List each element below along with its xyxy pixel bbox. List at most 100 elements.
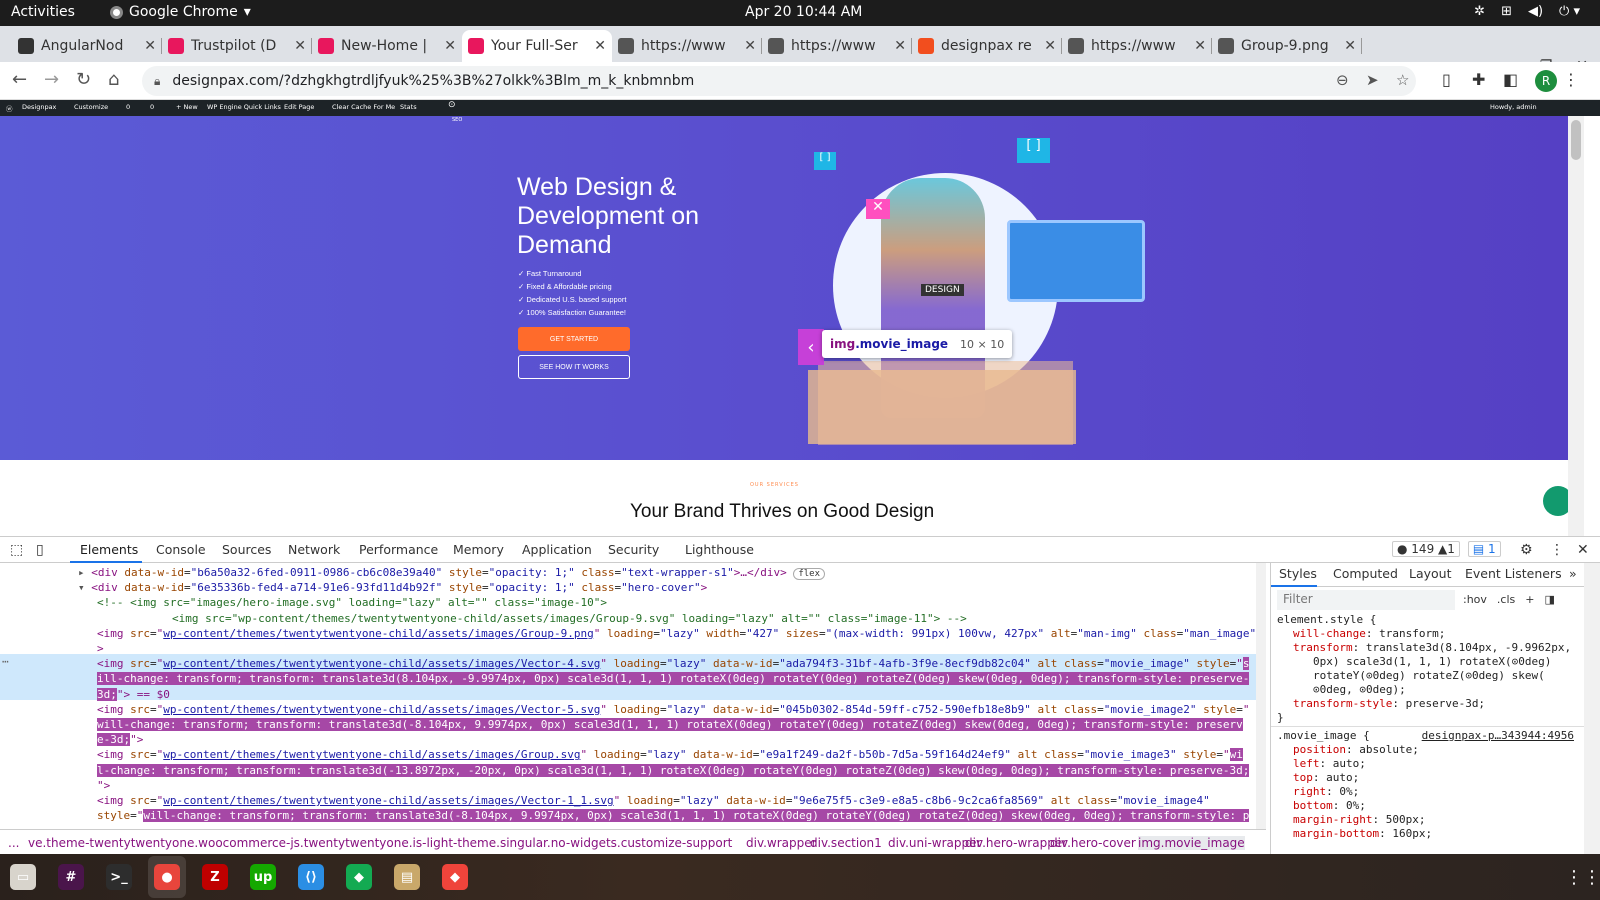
- see-how-it-works-button[interactable]: SEE HOW IT WORKS: [518, 355, 630, 379]
- mongodb-dock-icon[interactable]: ◆: [346, 864, 372, 890]
- chrome-dock-icon[interactable]: ●: [154, 864, 180, 890]
- style-declaration[interactable]: 0px) scale3d(1, 1, 1) rotateX(⊙0deg): [1313, 655, 1551, 669]
- browser-tab[interactable]: https://www ✕: [1062, 30, 1212, 62]
- wp-engine-links[interactable]: WP Engine Quick Links: [207, 103, 281, 111]
- filezilla-dock-icon[interactable]: Z: [202, 864, 228, 890]
- get-started-button[interactable]: GET STARTED: [518, 327, 630, 351]
- tab-security[interactable]: Security: [608, 542, 659, 557]
- tab-styles[interactable]: Styles: [1279, 567, 1317, 581]
- tab-close-icon[interactable]: ✕: [894, 38, 906, 54]
- tab-event-listeners[interactable]: Event Listeners: [1465, 567, 1562, 581]
- tab-layout[interactable]: Layout: [1409, 567, 1452, 581]
- dom-node-line[interactable]: style="will-change: transform; transform…: [97, 808, 1250, 823]
- chat-bubble-icon[interactable]: [1543, 486, 1568, 516]
- upwork-dock-icon[interactable]: up: [250, 864, 276, 890]
- dom-node-line[interactable]: ▾ <div data-w-id="6e35336b-fed4-a714-91e…: [78, 580, 707, 595]
- show-applications-icon[interactable]: ⋮⋮⋮: [1565, 867, 1600, 888]
- forward-icon[interactable]: →: [44, 69, 59, 90]
- clock[interactable]: Apr 20 10:44 AM: [745, 4, 862, 20]
- style-declaration[interactable]: top: auto;: [1293, 771, 1359, 785]
- breadcrumb-item[interactable]: ve.theme-twentytwentyone.woocommerce-js.…: [28, 836, 732, 850]
- message-count[interactable]: ▤ 1: [1467, 541, 1501, 557]
- error-count[interactable]: ● 149 ▲1: [1392, 541, 1460, 557]
- elements-tree[interactable]: ▸ <div data-w-id="b6a50a32-6fed-0911-098…: [0, 563, 1256, 829]
- style-declaration[interactable]: bottom: 0%;: [1293, 799, 1366, 813]
- tab-close-icon[interactable]: ✕: [144, 38, 156, 54]
- send-icon[interactable]: ➤: [1366, 71, 1379, 89]
- activities-button[interactable]: Activities: [11, 4, 75, 20]
- style-declaration[interactable]: margin-bottom: 160px;: [1293, 827, 1432, 841]
- more-tabs-icon[interactable]: »: [1569, 567, 1577, 581]
- dom-node-line[interactable]: will-change: transform; transform: trans…: [97, 717, 1243, 732]
- dom-node-line[interactable]: 3d;"> == $0: [97, 687, 170, 702]
- wp-customize[interactable]: Customize: [74, 103, 108, 111]
- tab-performance[interactable]: Performance: [359, 542, 438, 557]
- breadcrumb-item[interactable]: div.hero-cover: [1050, 836, 1136, 850]
- toggle-sidebar-icon[interactable]: ◨: [1544, 593, 1554, 607]
- wp-logo-icon[interactable]: ⓦ: [6, 103, 13, 113]
- dom-node-line[interactable]: <img src="wp-content/themes/twentytwenty…: [97, 656, 1250, 671]
- system-tray[interactable]: ✲ ⊞ ◀) ⏻ ▾: [1474, 4, 1580, 19]
- tab-close-icon[interactable]: ✕: [1194, 38, 1206, 54]
- stylesheet-source-link[interactable]: designpax-p…343944:4956: [1422, 729, 1574, 743]
- style-declaration[interactable]: rotateY(⊙0deg) rotateZ(⊙0deg) skew(: [1313, 669, 1545, 683]
- dom-node-line[interactable]: <img src="wp-content/themes/twentytwenty…: [97, 747, 1243, 762]
- bookmark-star-icon[interactable]: ☆: [1396, 71, 1409, 89]
- kebab-menu-icon[interactable]: ⋮: [1563, 70, 1579, 89]
- dom-node-line[interactable]: <img src="wp-content/themes/twentytwenty…: [97, 793, 1210, 808]
- wp-seo-icon[interactable]: ⊙: [448, 100, 456, 110]
- inspect-element-icon[interactable]: ⬚: [10, 542, 23, 558]
- terminal-dock-icon[interactable]: >_: [106, 864, 132, 890]
- style-declaration[interactable]: }: [1277, 711, 1284, 725]
- new-rule-button[interactable]: +: [1525, 593, 1534, 607]
- tab-close-icon[interactable]: ✕: [594, 38, 606, 54]
- files-dock-icon[interactable]: ▭: [10, 864, 36, 890]
- style-declaration[interactable]: ⊙0deg, ⊙0deg);: [1313, 683, 1406, 697]
- dom-node-line[interactable]: l-change: transform; transform: translat…: [97, 763, 1250, 778]
- style-declaration[interactable]: .movie_image {: [1277, 729, 1370, 743]
- side-panel-icon[interactable]: ◧: [1503, 70, 1518, 89]
- breadcrumb-item[interactable]: img.movie_image: [1138, 836, 1245, 850]
- tab-network[interactable]: Network: [288, 542, 340, 557]
- wp-howdy[interactable]: Howdy, admin: [1490, 103, 1537, 111]
- archive-dock-icon[interactable]: ▤: [394, 864, 420, 890]
- profile-avatar[interactable]: R: [1535, 70, 1557, 92]
- tab-application[interactable]: Application: [522, 542, 592, 557]
- settings-gear-icon[interactable]: ⚙: [1520, 542, 1533, 558]
- tab-sources[interactable]: Sources: [222, 542, 271, 557]
- vscode-dock-icon[interactable]: ⟨⟩: [298, 864, 324, 890]
- cls-toggle[interactable]: .cls: [1497, 593, 1515, 607]
- wp-edit-page[interactable]: Edit Page: [284, 103, 314, 111]
- device-toolbar-icon[interactable]: ▯: [36, 542, 44, 558]
- wp-site-name[interactable]: Designpax: [22, 103, 56, 111]
- browser-tab[interactable]: Your Full-Ser ✕: [462, 30, 612, 62]
- dom-node-line[interactable]: <img src="wp-content/themes/twentytwenty…: [172, 611, 967, 626]
- wp-new[interactable]: + New: [176, 103, 198, 111]
- dom-node-line[interactable]: ill-change: transform; transform: transl…: [97, 671, 1250, 686]
- dom-node-line[interactable]: <img src="wp-content/themes/twentytwenty…: [97, 702, 1249, 717]
- style-declaration[interactable]: transform-style: preserve-3d;: [1293, 697, 1485, 711]
- back-icon[interactable]: ←: [12, 69, 27, 90]
- wp-updates[interactable]: 0: [126, 103, 130, 111]
- style-declaration[interactable]: left: auto;: [1293, 757, 1366, 771]
- lock-icon[interactable]: 🔒︎: [154, 74, 160, 89]
- tab-memory[interactable]: Memory: [453, 542, 504, 557]
- dom-node-line[interactable]: ">: [97, 778, 110, 793]
- tab-close-icon[interactable]: ✕: [294, 38, 306, 54]
- style-declaration[interactable]: element.style {: [1277, 613, 1376, 627]
- tab-close-icon[interactable]: ✕: [1344, 38, 1356, 54]
- tab-console[interactable]: Console: [156, 542, 206, 557]
- zoom-icon[interactable]: ⊖: [1336, 71, 1349, 89]
- anydesk-dock-icon[interactable]: ◆: [442, 864, 468, 890]
- breadcrumb-item[interactable]: div.wrapper: [746, 836, 817, 850]
- style-declaration[interactable]: margin-right: 500px;: [1293, 813, 1425, 827]
- tab-close-icon[interactable]: ✕: [1044, 38, 1056, 54]
- style-declaration[interactable]: transform: translate3d(8.104px, -9.9962p…: [1293, 641, 1571, 655]
- tab-lighthouse[interactable]: Lighthouse: [685, 542, 754, 557]
- node-actions-icon[interactable]: ⋯: [2, 654, 9, 669]
- app-menu[interactable]: Google Chrome ▾: [110, 4, 251, 20]
- style-declaration[interactable]: right: 0%;: [1293, 785, 1359, 799]
- hov-toggle[interactable]: :hov: [1463, 593, 1487, 607]
- breadcrumb-item[interactable]: ...: [8, 836, 19, 850]
- browser-tab[interactable]: Group-9.png ✕: [1212, 30, 1362, 62]
